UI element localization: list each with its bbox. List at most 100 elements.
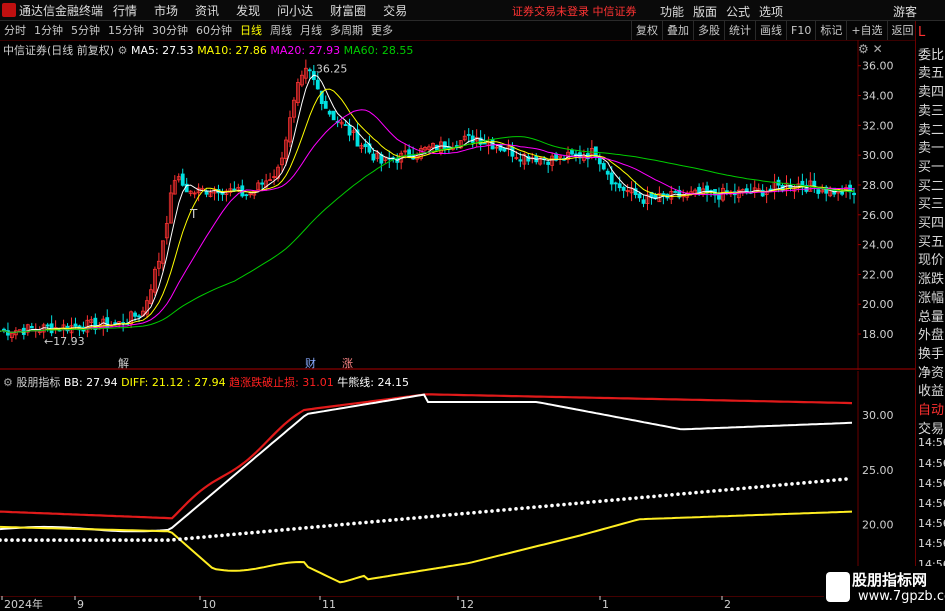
right-menu-item[interactable]: 选项 xyxy=(759,5,783,19)
main-legend: 中信证券(日线 前复权) ⚙ MA5: 27.53 MA10: 27.86 MA… xyxy=(3,42,413,58)
tool-button[interactable]: 多股 xyxy=(693,21,724,40)
bull-bear-dot xyxy=(694,490,698,495)
candle xyxy=(327,110,332,115)
time-axis-label: 1 xyxy=(602,598,609,609)
sidebar-item: 14:56 xyxy=(918,497,945,510)
bull-bear-dot xyxy=(196,535,200,540)
bull-bear-dot xyxy=(412,516,416,520)
candle xyxy=(609,172,614,185)
login-alert[interactable]: 证券交易未登录 中信证券 xyxy=(512,3,637,19)
period-tab-0[interactable]: 分时 xyxy=(0,21,30,40)
menu-item[interactable]: 行情 xyxy=(113,4,137,18)
period-tab-7[interactable]: 周线 xyxy=(266,21,296,40)
settings-icon[interactable]: ⚙ xyxy=(3,376,13,389)
candle xyxy=(613,182,618,185)
bull-bear-dot xyxy=(4,538,8,542)
indicator-bull: 牛熊线: 24.15 xyxy=(337,376,409,389)
time-axis-label: 11 xyxy=(322,598,336,609)
tool-button[interactable]: 复权 xyxy=(631,21,662,40)
legend-ma60: MA60: 28.55 xyxy=(343,44,414,57)
sidebar-item: 买五 xyxy=(918,234,945,250)
candle xyxy=(307,69,312,72)
bull-bear-dot xyxy=(652,494,656,499)
ma20-line xyxy=(0,109,855,333)
menu-item[interactable]: 问小达 xyxy=(277,4,313,18)
menu-item[interactable]: 资讯 xyxy=(195,4,219,18)
bull-bear-dot xyxy=(460,511,464,516)
period-tab-8[interactable]: 月线 xyxy=(296,21,326,40)
right-menu-item[interactable]: 公式 xyxy=(726,5,750,19)
bull-bear-dot xyxy=(268,529,272,533)
bull-bear-dot xyxy=(442,513,446,518)
candlestick-chart[interactable]: 36.00 34.00 32.00 30.00 28.00 26.00 24.00 22.00… xyxy=(0,40,915,370)
bull-bear-dot xyxy=(586,500,590,505)
candle xyxy=(546,161,551,165)
tool-button[interactable]: 画线 xyxy=(755,21,786,40)
candle xyxy=(617,183,622,189)
tool-button[interactable]: 返回 xyxy=(886,21,918,40)
sidebar-item[interactable]: 自动 xyxy=(918,399,944,418)
bull-bear-dot xyxy=(718,488,722,493)
bull-bear-dot xyxy=(592,500,596,504)
candle xyxy=(137,315,141,318)
tool-button[interactable]: 标记 xyxy=(815,21,846,40)
bull-bear-dot xyxy=(388,518,392,523)
app-title: 通达信金融终端 xyxy=(19,3,104,18)
indicator-chart[interactable]: 30.0025.0020.0015.00 xyxy=(0,371,915,596)
period-tab-9[interactable]: 多周期 xyxy=(326,21,367,40)
sidebar-item: L xyxy=(918,25,926,40)
sidebar-item: 卖二 xyxy=(918,122,945,138)
right-menu-item[interactable]: 功能 xyxy=(660,5,684,19)
menu-item[interactable]: 财富圈 xyxy=(330,4,366,18)
menu-item[interactable]: 交易 xyxy=(383,4,407,18)
bull-bear-dot xyxy=(382,518,386,523)
bb-line xyxy=(0,393,853,533)
sidebar-item: 买四 xyxy=(918,216,945,231)
bull-bear-dot xyxy=(334,523,338,527)
sidebar-item: 买三 xyxy=(918,197,945,213)
bull-bear-dot xyxy=(136,538,140,542)
sidebar-item[interactable]: 交易 xyxy=(918,418,944,437)
time-axis-label: 2024年 xyxy=(4,597,43,609)
sidebar-item: 现价 xyxy=(918,253,945,269)
sidebar-item: 净资 xyxy=(918,365,945,381)
settings-icon[interactable]: ⚙ xyxy=(118,44,128,57)
bull-bear-dot xyxy=(160,538,164,542)
bull-bear-dot xyxy=(664,493,668,498)
bull-bear-dot xyxy=(814,479,818,484)
settings-icon[interactable]: ⚙ xyxy=(858,42,869,56)
candle xyxy=(73,323,78,327)
tool-button[interactable]: +自选 xyxy=(846,21,886,40)
period-tab-3[interactable]: 15分钟 xyxy=(104,21,148,40)
tool-button[interactable]: 统计 xyxy=(724,21,755,40)
period-tab-1[interactable]: 1分钟 xyxy=(30,21,67,40)
period-tab-6[interactable]: 日线 xyxy=(236,21,266,40)
menu-item[interactable]: 市场 xyxy=(154,4,178,18)
sidebar-item: 卖四 xyxy=(918,85,945,101)
period-tab-10[interactable]: 更多 xyxy=(367,21,397,40)
bull-bear-dot xyxy=(394,517,398,522)
bull-bear-dot xyxy=(40,538,44,542)
bull-bear-dot xyxy=(262,529,266,534)
candle xyxy=(29,325,34,329)
period-tab-4[interactable]: 30分钟 xyxy=(148,21,192,40)
right-menu-item[interactable]: 版面 xyxy=(693,5,717,19)
tool-button[interactable]: F10 xyxy=(786,21,815,40)
guest-label[interactable]: 游客 xyxy=(893,3,917,20)
period-tab-2[interactable]: 5分钟 xyxy=(67,21,104,40)
bull-bear-dot xyxy=(94,538,98,542)
bull-bear-dot xyxy=(208,534,212,539)
chart-tools: 复权 叠加 多股 统计 画线 F10 标记 +自选 返回 xyxy=(631,21,918,40)
menu-item[interactable]: 发现 xyxy=(236,4,260,18)
price-axis-label: 28.00 xyxy=(862,179,894,192)
bull-bear-dot xyxy=(526,505,530,510)
bull-bear-dot xyxy=(742,486,746,491)
ma5-line xyxy=(0,74,855,334)
bull-bear-dot xyxy=(232,532,236,537)
bull-bear-dot xyxy=(352,521,356,526)
bull-bear-dot xyxy=(274,528,278,533)
watermark-logo-icon xyxy=(826,572,850,602)
period-tab-5[interactable]: 60分钟 xyxy=(192,21,236,40)
tool-button[interactable]: 叠加 xyxy=(662,21,693,40)
close-icon[interactable]: ✕ xyxy=(873,42,883,56)
